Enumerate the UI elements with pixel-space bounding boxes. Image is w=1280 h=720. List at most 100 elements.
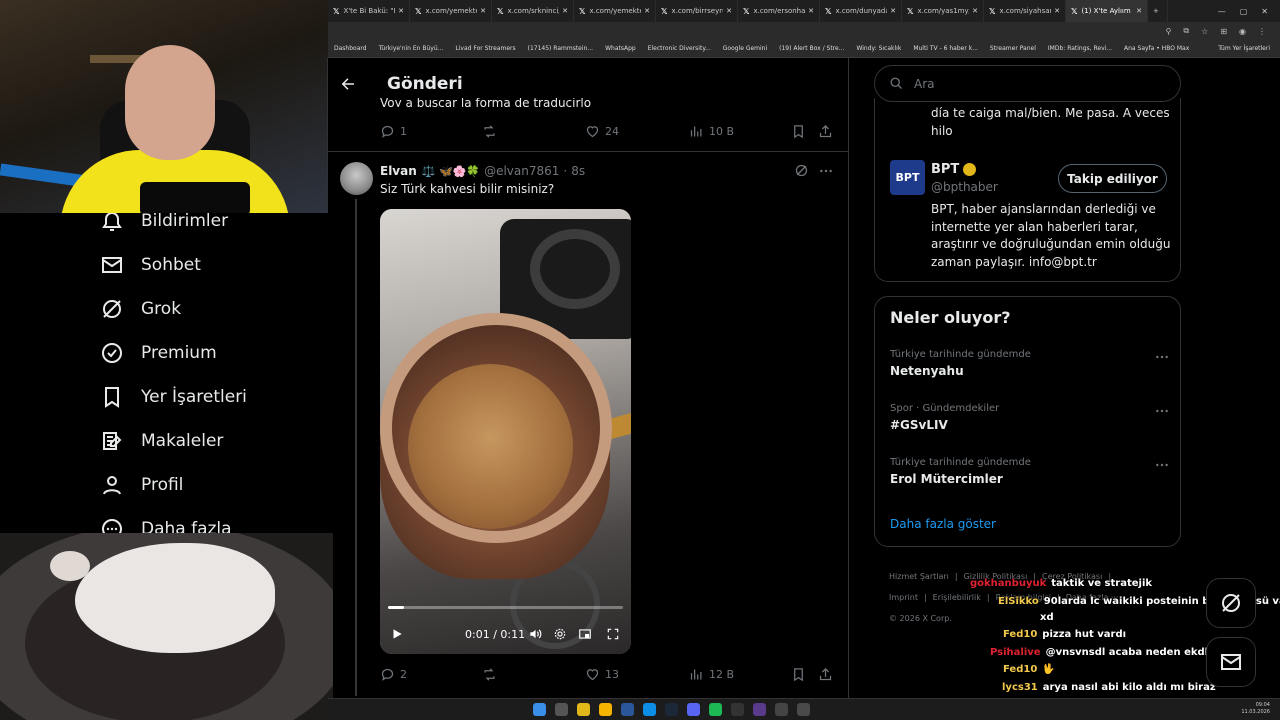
share-button[interactable] <box>818 667 833 682</box>
obs-icon[interactable] <box>797 703 810 716</box>
close-tab-icon[interactable]: ✕ <box>808 7 814 15</box>
discord-icon[interactable] <box>687 703 700 716</box>
show-more-link[interactable]: Daha fazla göster <box>890 517 996 531</box>
browser-tab[interactable]: 𝕏x.com/birrseyrun...✕ <box>656 0 738 22</box>
play-icon[interactable] <box>390 627 404 641</box>
picture-in-picture-icon[interactable] <box>578 627 592 641</box>
author-name[interactable]: Elvan <box>380 164 417 178</box>
sidebar-item-sohbet[interactable]: Sohbet <box>100 243 201 287</box>
app-icon[interactable] <box>753 703 766 716</box>
bookmark-item[interactable]: Multi TV - 6 haber k... <box>907 45 984 52</box>
bookmark-star-icon[interactable]: ☆ <box>1201 27 1208 36</box>
close-tab-icon[interactable]: ✕ <box>398 7 404 15</box>
bookmark-item[interactable]: WhatsApp <box>599 45 642 52</box>
bookmark-item[interactable]: Türkiye'nin En Büyü... <box>373 45 450 52</box>
sidebar-item-bildirimler[interactable]: Bildirimler <box>100 213 228 243</box>
share-button[interactable] <box>818 124 833 139</box>
repost-button[interactable] <box>482 124 497 139</box>
extensions-icon[interactable]: ⊞ <box>1220 27 1227 36</box>
browser-tab[interactable]: 𝕏x.com/yemekter...✕ <box>410 0 492 22</box>
trend-item[interactable]: Türkiye tarihinde gündemde Erol Müterciml… <box>890 457 1170 497</box>
bookmark-item[interactable]: (19) Alert Box / Stre... <box>773 45 850 52</box>
search-icon[interactable] <box>555 703 568 716</box>
reply-button[interactable]: 1 <box>380 124 407 139</box>
bookmark-item[interactable]: (17145) Rammstein... <box>522 45 599 52</box>
bookmark-button[interactable] <box>791 124 806 139</box>
bookmark-item[interactable]: Ana Sayfa • HBO Max <box>1118 45 1195 52</box>
trend-item[interactable]: Spor · Gündemdekiler #GSvLIV <box>890 403 1170 443</box>
close-tab-icon[interactable]: ✕ <box>1054 7 1060 15</box>
tweet-video[interactable]: 0:01 / 0:11 <box>380 209 631 654</box>
account-avatar[interactable]: BPT <box>890 160 925 195</box>
bookmark-button[interactable] <box>791 667 806 682</box>
chrome-icon[interactable] <box>577 703 590 716</box>
browser-tab[interactable]: 𝕏x.com/yas1my/st...✕ <box>902 0 984 22</box>
tweet-time[interactable]: 8s <box>571 164 585 178</box>
like-button[interactable]: 24 <box>585 124 619 139</box>
more-options-icon[interactable] <box>818 163 834 179</box>
zoom-icon[interactable]: ⚲ <box>1166 27 1172 36</box>
sidebar-item-profil[interactable]: Profil <box>100 463 183 507</box>
close-tab-icon[interactable]: ✕ <box>726 7 732 15</box>
close-tab-icon[interactable]: ✕ <box>972 7 978 15</box>
account-handle[interactable]: @bpthaber <box>931 180 998 194</box>
bookmark-item[interactable]: Streamer Panel <box>984 45 1042 52</box>
sidebar-item-makaleler[interactable]: Makaleler <box>100 419 223 463</box>
close-tab-icon[interactable]: ✕ <box>480 7 486 15</box>
bookmark-item[interactable]: Windy: Sıcaklık <box>850 45 907 52</box>
bookmark-item[interactable]: Dashboard <box>328 45 373 52</box>
browser-tab[interactable]: 𝕏x.com/ersonhab...✕ <box>738 0 820 22</box>
video-progress-track[interactable] <box>388 606 623 609</box>
bookmark-item[interactable]: IMDb: Ratings, Revi... <box>1042 45 1118 52</box>
messages-fab-button[interactable] <box>1206 637 1256 687</box>
search-input[interactable]: Ara <box>874 65 1181 102</box>
taskbar-clock[interactable]: 09:04 11.03.2026 <box>1241 702 1270 716</box>
author-handle[interactable]: @elvan7861 <box>484 164 559 178</box>
trend-item[interactable]: Türkiye tarihinde gündemde Netenyahu <box>890 349 1170 389</box>
close-window-icon[interactable]: ✕ <box>1261 7 1268 16</box>
account-name[interactable]: BPT <box>931 162 977 177</box>
views-button[interactable]: 12 B <box>689 667 734 682</box>
browser-tab[interactable]: 𝕏x.com/yemekter...✕ <box>574 0 656 22</box>
browser-tab[interactable]: 𝕏x.com/dunyadan...✕ <box>820 0 902 22</box>
fullscreen-icon[interactable] <box>606 627 620 641</box>
browser-tab[interactable]: 𝕏x.com/siyahsanc...✕ <box>984 0 1066 22</box>
browser-tab[interactable]: 𝕏x.com/srkninci/st...✕ <box>492 0 574 22</box>
more-options-icon[interactable] <box>1154 457 1170 473</box>
like-button[interactable]: 13 <box>585 667 619 682</box>
minimize-icon[interactable]: — <box>1218 7 1226 16</box>
word-icon[interactable] <box>621 703 634 716</box>
views-button[interactable]: 10 B <box>689 124 734 139</box>
maximize-icon[interactable]: ▢ <box>1240 7 1248 16</box>
share-icon[interactable]: ⧉ <box>1183 26 1189 36</box>
profile-icon[interactable]: ◉ <box>1239 27 1246 36</box>
app-icon[interactable] <box>775 703 788 716</box>
all-bookmarks[interactable]: Tüm Yer İşaretleri <box>1212 45 1280 52</box>
browser-tab[interactable]: 𝕏(1) X'te Aylıım "Bi...✕ <box>1066 0 1148 22</box>
windows-icon[interactable] <box>533 703 546 716</box>
bookmark-item[interactable]: Livad For Streamers <box>449 45 521 52</box>
sidebar-item-grok[interactable]: Grok <box>100 287 181 331</box>
edge-icon[interactable] <box>643 703 656 716</box>
sidebar-item-daha-fazla[interactable]: Daha fazla <box>100 507 232 533</box>
more-options-icon[interactable] <box>1154 403 1170 419</box>
avatar[interactable] <box>340 162 373 195</box>
settings-gear-icon[interactable] <box>553 627 567 641</box>
reply-button[interactable]: 2 <box>380 667 407 682</box>
file-explorer-icon[interactable] <box>599 703 612 716</box>
back-arrow-icon[interactable] <box>339 75 357 93</box>
more-options-icon[interactable] <box>1154 349 1170 365</box>
close-tab-icon[interactable]: ✕ <box>1136 7 1142 15</box>
browser-tab[interactable]: 𝕏X'te Bi Bakü: "Bir v...✕ <box>328 0 410 22</box>
epic-icon[interactable] <box>731 703 744 716</box>
steam-icon[interactable] <box>665 703 678 716</box>
close-tab-icon[interactable]: ✕ <box>644 7 650 15</box>
menu-icon[interactable]: ⋮ <box>1258 27 1266 36</box>
volume-icon[interactable] <box>528 627 542 641</box>
grok-fab-button[interactable] <box>1206 578 1256 628</box>
grok-icon[interactable] <box>794 163 809 178</box>
following-button[interactable]: Takip ediliyor <box>1058 164 1167 193</box>
sidebar-item-premium[interactable]: Premium <box>100 331 217 375</box>
sidebar-item-yer-i-aretleri[interactable]: Yer İşaretleri <box>100 375 247 419</box>
bookmark-item[interactable]: Electronic Diversity... <box>642 45 717 52</box>
